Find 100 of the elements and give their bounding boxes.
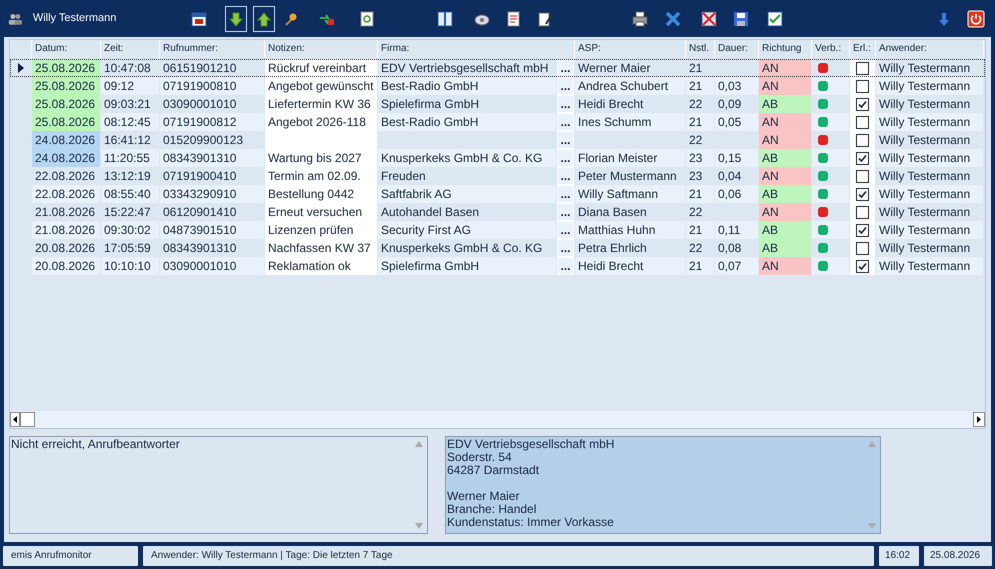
- contact-detail: Branche: Handel: [447, 503, 538, 516]
- direction-cell: AB: [759, 149, 811, 167]
- power-icon: [967, 10, 986, 28]
- extension-cell: 21: [686, 185, 714, 203]
- more-button[interactable]: ...: [557, 59, 574, 77]
- done-checkbox[interactable]: [856, 80, 869, 92]
- delete-icon: [700, 10, 718, 28]
- direction-cell: AN: [759, 77, 811, 95]
- contact-cell: Ines Schumm: [575, 113, 685, 131]
- phone-cell: 08343901310: [160, 149, 264, 167]
- more-button[interactable]: ...: [557, 185, 574, 203]
- table-row[interactable]: 25.08.2026 09:12 07191900810 Angebot gewünscht Best-Radio GmbH ... Andrea Schubert 21 0,03 AN Willy Testermann: [10, 77, 985, 95]
- note-cell: Angebot 2026-118: [265, 113, 377, 131]
- user-cell: Willy Testermann: [876, 221, 983, 239]
- time-cell: 09:30:02: [101, 221, 159, 239]
- more-button[interactable]: ...: [557, 257, 574, 275]
- more-button[interactable]: ...: [557, 167, 574, 185]
- save-icon: [732, 10, 750, 28]
- done-checkbox[interactable]: [856, 170, 869, 182]
- contact-detail: Soderstr. 54: [447, 451, 512, 464]
- done-checkbox[interactable]: [856, 152, 869, 164]
- date-cell: 22.08.2026: [32, 185, 100, 203]
- duration-cell: 0,03: [715, 77, 758, 95]
- user-cell: Willy Testermann: [876, 257, 983, 275]
- done-checkbox[interactable]: [856, 116, 869, 128]
- more-button[interactable]: ...: [557, 203, 574, 221]
- company-cell: Saftfabrik AG: [378, 185, 556, 203]
- done-checkbox[interactable]: [856, 188, 869, 200]
- done-checkbox[interactable]: [856, 224, 869, 236]
- scroll-thumb[interactable]: [20, 412, 35, 427]
- extension-cell: 23: [686, 149, 714, 167]
- extension-cell: 21: [686, 113, 714, 131]
- scroll-right-icon[interactable]: [973, 412, 985, 427]
- toolbar-button[interactable]: [225, 6, 247, 32]
- column-header[interactable]: Zeit:: [101, 40, 160, 58]
- table-row[interactable]: 21.08.2026 15:22:47 06120901410 Erneut versuchen Autohandel Basen ... Diana Basen 22 AN Willy Testermann: [10, 203, 985, 221]
- direction-cell: AB: [759, 185, 811, 203]
- contact-detail: EDV Vertriebsgesellschaft mbH: [447, 438, 616, 451]
- company-cell: Security First AG: [378, 221, 556, 239]
- contact-detail: Werner Maier: [447, 490, 520, 503]
- done-checkbox[interactable]: [856, 206, 869, 218]
- extension-cell: 21: [686, 221, 714, 239]
- contact-cell: Willy Saftmann: [575, 185, 685, 203]
- more-button[interactable]: ...: [557, 95, 574, 113]
- company-cell: Spielefirma GmbH: [378, 257, 556, 275]
- done-checkbox[interactable]: [856, 98, 869, 110]
- note-cell: Wartung bis 2027: [265, 149, 377, 167]
- window-title: Willy Testermann: [32, 11, 116, 26]
- table-row[interactable]: 20.08.2026 10:10:10 03090001010 Reklamation ok Spielefirma GmbH ... Heidi Brecht 21 0,07 AN Willy Testermann: [10, 257, 985, 275]
- direction-cell: AN: [759, 131, 811, 149]
- horizontal-scrollbar[interactable]: [10, 411, 985, 428]
- edit-icon: [536, 10, 555, 28]
- status-date: 25.08.2026: [923, 545, 993, 567]
- more-button[interactable]: ...: [557, 131, 574, 149]
- note-cell: Reklamation ok: [265, 257, 377, 275]
- table-row[interactable]: 24.08.2026 16:41:12 015209900123 ... 22 AN Willy Testermann: [10, 131, 985, 149]
- table-row[interactable]: 22.08.2026 13:12:19 07191900410 Termin am 02.09. Freuden ... Peter Mustermann 23 0,04 AN Willy Testermann: [10, 167, 985, 185]
- scroll-left-icon[interactable]: [10, 412, 20, 427]
- date-cell: 20.08.2026: [32, 257, 100, 275]
- more-button[interactable]: ...: [557, 239, 574, 257]
- company-cell: Best-Radio GmbH: [378, 77, 556, 95]
- done-checkbox[interactable]: [856, 260, 869, 272]
- more-button[interactable]: ...: [557, 149, 574, 167]
- done-checkbox[interactable]: [856, 134, 869, 146]
- note-panel[interactable]: Nicht erreicht, Anrufbeantworter: [9, 436, 428, 534]
- note-cell: Liefertermin KW 36: [265, 95, 377, 113]
- more-button[interactable]: ...: [557, 113, 574, 131]
- date-cell: 25.08.2026: [32, 95, 100, 113]
- note-cell: Erneut versuchen: [265, 203, 377, 221]
- table-row[interactable]: 21.08.2026 09:30:02 04873901510 Lizenzen prüfen Security First AG ... Matthias Huhn 21 0,11 AB Willy Testermann: [10, 221, 985, 239]
- done-checkbox[interactable]: [856, 62, 869, 74]
- more-button[interactable]: ...: [557, 221, 574, 239]
- table-row[interactable]: 25.08.2026 08:12:45 07191900812 Angebot 2026-118 Best-Radio GmbH ... Ines Schumm 21 0,05 AN Willy Testermann: [10, 113, 985, 131]
- column-header[interactable]: Verb.:: [812, 40, 850, 58]
- column-header[interactable]: ASP:: [575, 40, 686, 58]
- contact-panel[interactable]: EDV Vertriebsgesellschaft mbH Soderstr. 54 64287 Darmstadt Werner Maier Branche: Handel Kundenstatus: Immer Vorkasse: [445, 436, 881, 534]
- table-row[interactable]: 25.08.2026 09:03:21 03090001010 Liefertermin KW 36 Spielefirma GmbH ... Heidi Brecht 22 0,09 AB Willy Testermann: [10, 95, 985, 113]
- user-cell: Willy Testermann: [876, 185, 983, 203]
- table-row[interactable]: 24.08.2026 11:20:55 08343901310 Wartung bis 2027 Knusperkeks GmbH & Co. KG ... Florian Meister 23 0,15 AB Willy Testermann: [10, 149, 985, 167]
- note-cell: Angebot gewünscht: [265, 77, 377, 95]
- direction-cell: AN: [759, 167, 811, 185]
- down-arrow-icon: [226, 10, 245, 28]
- table-row[interactable]: 20.08.2026 17:05:59 08343901310 Nachfassen KW 37 Knusperkeks GmbH & Co. KG ... Petra Ehrlich 22 0,08 AB Willy Testermann: [10, 239, 985, 257]
- column-header[interactable]: Anwender:: [876, 40, 984, 58]
- duration-cell: 0,06: [715, 185, 758, 203]
- more-button[interactable]: ...: [557, 77, 574, 95]
- direction-cell: AN: [759, 113, 811, 131]
- time-cell: 09:12: [101, 77, 159, 95]
- note-cell: Rückruf vereinbart: [265, 59, 377, 77]
- checklist-icon: [766, 10, 784, 28]
- phone-cell: 03090001010: [160, 257, 264, 275]
- date-cell: 25.08.2026: [32, 77, 100, 95]
- note-cell: Termin am 02.09.: [265, 167, 377, 185]
- note-cell: Nachfassen KW 37: [265, 239, 377, 257]
- table-row[interactable]: 25.08.2026 10:47:08 06151901210 Rückruf vereinbart EDV Vertriebsgesellschaft mbH ... Werner Maier 21 AN Willy Testermann: [10, 59, 985, 77]
- contact-detail: Kundenstatus: Immer Vorkasse: [447, 516, 615, 529]
- done-checkbox[interactable]: [856, 242, 869, 254]
- table-row[interactable]: 22.08.2026 08:55:40 03343290910 Bestellung 0442 Saftfabrik AG ... Willy Saftmann 21 0,06 AB Willy Testermann: [10, 185, 985, 203]
- direction-cell: AB: [759, 95, 811, 113]
- toolbar-button[interactable]: [252, 6, 275, 32]
